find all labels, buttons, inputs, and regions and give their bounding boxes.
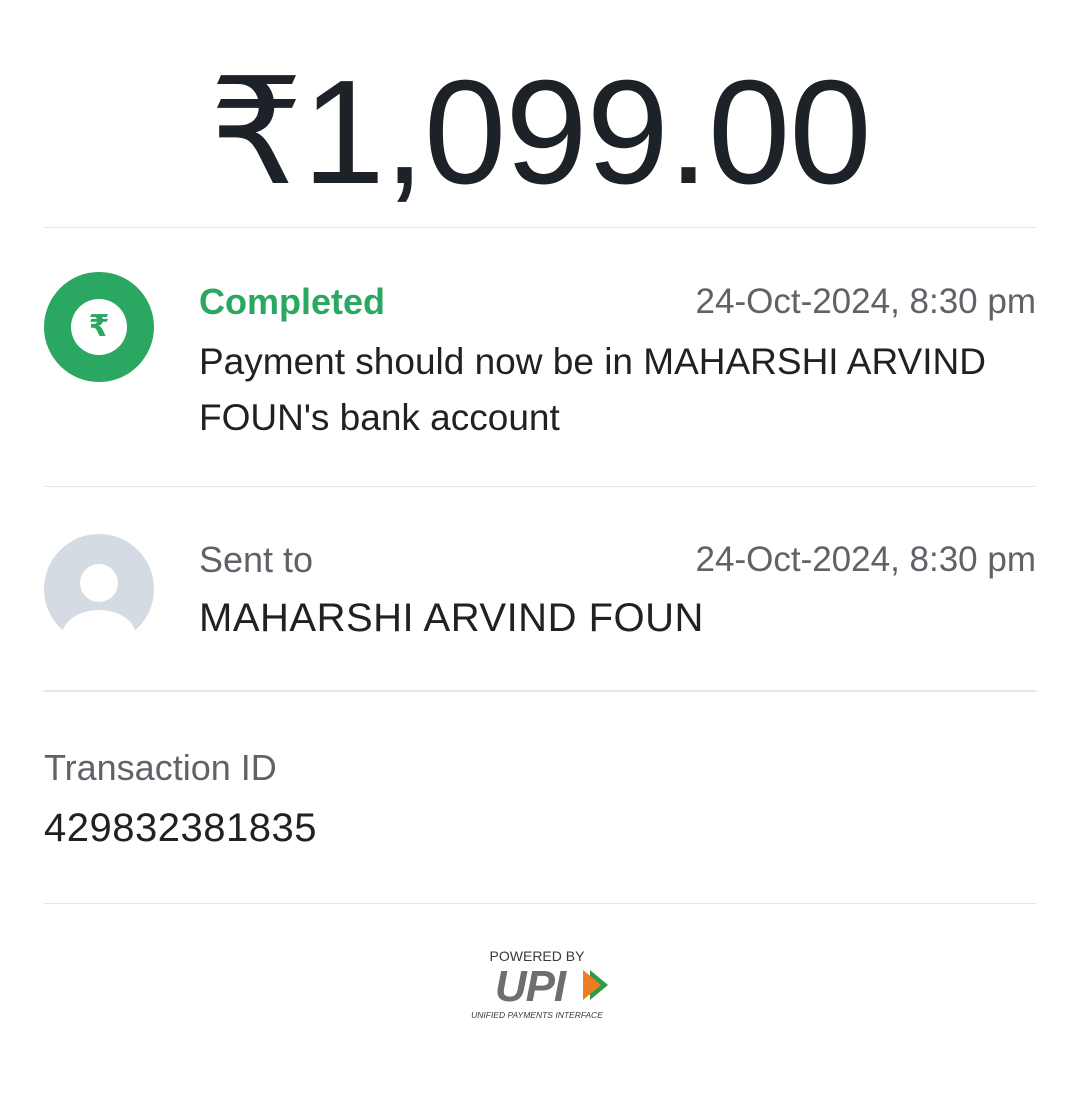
status-completed-icon: ₹	[44, 272, 154, 382]
status-timestamp: 24-Oct-2024, 8:30 pm	[695, 282, 1036, 321]
status-message: Payment should now be in MAHARSHI ARVIND…	[199, 341, 986, 438]
recipient-name: MAHARSHI ARVIND FOUN	[199, 596, 704, 640]
upi-brand-text: UPI	[495, 962, 567, 1011]
divider	[44, 690, 1036, 692]
sent-timestamp: 24-Oct-2024, 8:30 pm	[695, 540, 1036, 579]
person-icon	[44, 534, 154, 644]
transaction-id-value[interactable]: 429832381835	[44, 804, 317, 852]
upi-logo: POWERED BY UPI UNIFIED PAYMENTS INTERFAC…	[462, 944, 622, 1024]
upi-logo-graphic: POWERED BY UPI UNIFIED PAYMENTS INTERFAC…	[471, 948, 608, 1020]
divider	[44, 486, 1036, 487]
status-label: Completed	[199, 281, 386, 322]
payment-amount: ₹1,099.00	[209, 50, 871, 215]
rupee-icon: ₹	[71, 299, 127, 355]
divider	[44, 903, 1036, 904]
sent-to-label: Sent to	[199, 539, 314, 580]
upi-tagline: UNIFIED PAYMENTS INTERFACE	[471, 1010, 603, 1020]
transaction-id-label: Transaction ID	[44, 747, 277, 788]
avatar-silhouette	[62, 564, 136, 644]
divider	[44, 227, 1036, 228]
